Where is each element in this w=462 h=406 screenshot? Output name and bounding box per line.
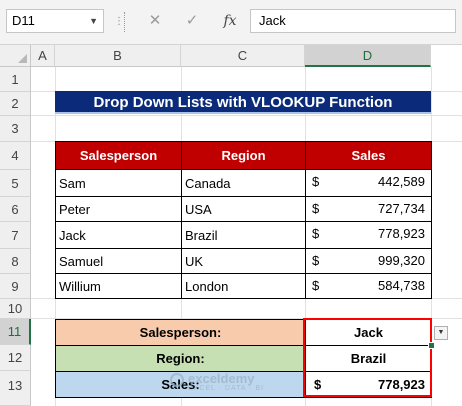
select-all-triangle-icon: [18, 54, 27, 63]
chevron-down-icon[interactable]: ▼: [89, 10, 98, 32]
row-header-12[interactable]: 12: [0, 345, 31, 371]
sheet-title[interactable]: Drop Down Lists with VLOOKUP Function: [55, 91, 431, 114]
name-box[interactable]: D11 ▼: [6, 9, 104, 33]
lookup-table: Salesperson: Jack Region: Brazil Sales: …: [55, 319, 432, 398]
column-header-c[interactable]: C: [181, 45, 305, 67]
region-value[interactable]: Brazil: [305, 345, 432, 372]
sales-value-cell[interactable]: $ 778,923: [305, 371, 432, 398]
row-header-10[interactable]: 10: [0, 299, 31, 319]
column-header-a[interactable]: A: [31, 45, 55, 67]
dropdown-arrow-icon[interactable]: ▼: [434, 326, 448, 340]
row-header-8[interactable]: 8: [0, 249, 31, 274]
cancel-icon[interactable]: ✕: [145, 11, 165, 31]
header-sales[interactable]: Sales: [305, 141, 432, 170]
salesperson-label: Salesperson:: [55, 319, 306, 346]
fill-handle[interactable]: [428, 342, 435, 349]
cell-sales[interactable]: $ 778,923: [305, 221, 432, 249]
sales-amount: 442,589: [378, 174, 425, 189]
row-header-9[interactable]: 9: [0, 274, 31, 299]
row-header-7[interactable]: 7: [0, 222, 31, 249]
sales-amount: 778,923: [378, 226, 425, 241]
sales-value: 778,923: [378, 377, 425, 392]
currency-symbol: $: [312, 253, 320, 268]
header-region[interactable]: Region: [181, 141, 306, 170]
cell-sales[interactable]: $ 584,738: [305, 273, 432, 299]
currency-symbol: $: [312, 201, 320, 216]
currency-symbol: $: [314, 377, 322, 392]
cell-region[interactable]: Brazil: [181, 221, 306, 249]
row-header-11[interactable]: 11: [0, 319, 31, 345]
gridline: [31, 115, 462, 116]
cell-salesperson[interactable]: Samuel: [55, 248, 182, 274]
cell-region[interactable]: London: [181, 273, 306, 299]
cell-sales[interactable]: $ 999,320: [305, 248, 432, 274]
formula-input[interactable]: Jack: [250, 9, 456, 33]
enter-icon[interactable]: ✓: [182, 11, 202, 31]
cell-sales[interactable]: $ 727,734: [305, 196, 432, 222]
cell-salesperson[interactable]: Willium: [55, 273, 182, 299]
select-all-corner[interactable]: [0, 45, 31, 67]
row-header-5[interactable]: 5: [0, 170, 31, 197]
row-header-2[interactable]: 2: [0, 92, 31, 116]
name-box-value: D11: [12, 13, 35, 28]
row-header-6[interactable]: 6: [0, 197, 31, 222]
currency-symbol: $: [312, 278, 320, 293]
sales-amount: 727,734: [378, 201, 425, 216]
currency-symbol: $: [312, 174, 320, 189]
cell-region[interactable]: USA: [181, 196, 306, 222]
more-options-icon[interactable]: ⋮: [114, 17, 124, 27]
sales-table: Salesperson Region Sales Sam Canada $ 44…: [55, 141, 432, 299]
row-header-4[interactable]: 4: [0, 142, 31, 170]
sales-amount: 999,320: [378, 253, 425, 268]
cell-region[interactable]: UK: [181, 248, 306, 274]
row-header-13[interactable]: 13: [0, 371, 31, 406]
region-label: Region:: [55, 345, 306, 372]
column-header-b[interactable]: B: [55, 45, 181, 67]
insert-function-icon[interactable]: fx: [220, 11, 240, 31]
sales-amount: 584,738: [378, 278, 425, 293]
header-salesperson[interactable]: Salesperson: [55, 141, 182, 170]
row-header-1[interactable]: 1: [0, 67, 31, 92]
currency-symbol: $: [312, 226, 320, 241]
row-header-3[interactable]: 3: [0, 116, 31, 142]
formula-bar-divider: [124, 12, 125, 32]
sales-label: Sales:: [55, 371, 306, 398]
cell-salesperson[interactable]: Jack: [55, 221, 182, 249]
formula-bar: D11 ▼ ⋮ ✕ ✓ fx Jack: [0, 0, 462, 45]
cell-sales[interactable]: $ 442,589: [305, 169, 432, 197]
cell-salesperson[interactable]: Sam: [55, 169, 182, 197]
salesperson-dropdown-cell[interactable]: Jack: [305, 319, 432, 346]
column-header-d[interactable]: D: [305, 45, 431, 67]
cell-region[interactable]: Canada: [181, 169, 306, 197]
cell-salesperson[interactable]: Peter: [55, 196, 182, 222]
